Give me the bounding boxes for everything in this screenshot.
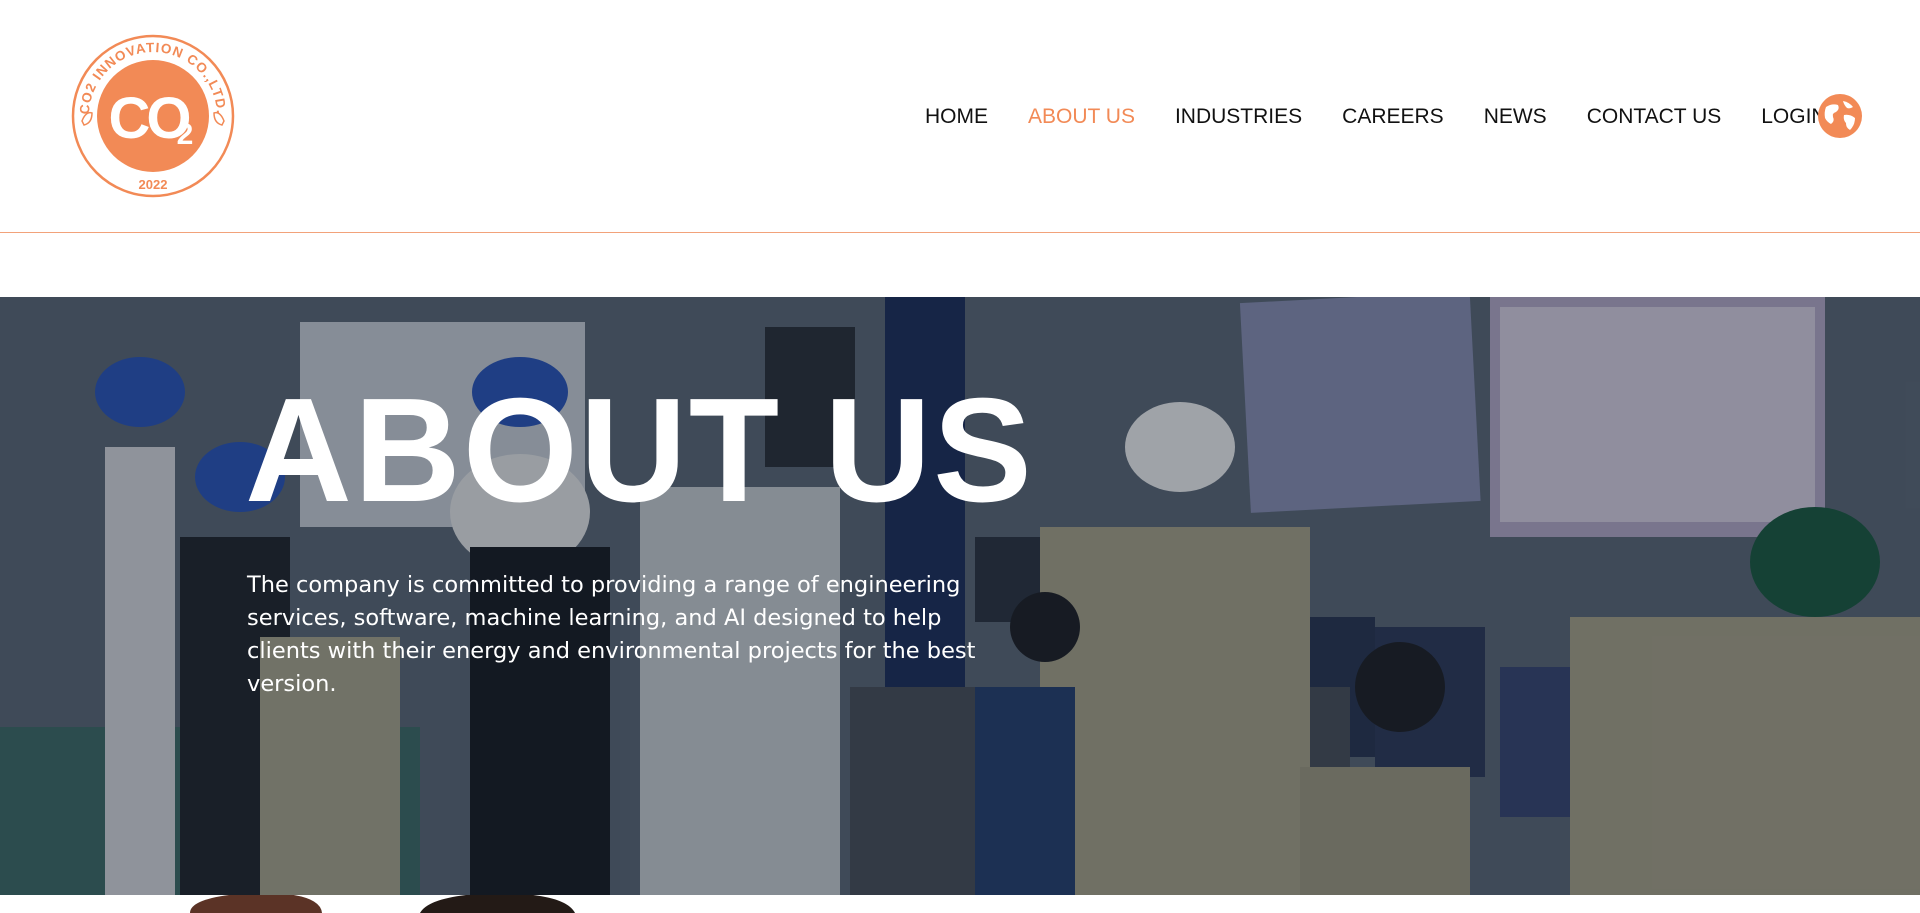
- page-title: ABOUT US: [245, 368, 1034, 533]
- nav-contact-us[interactable]: CONTACT US: [1587, 105, 1722, 129]
- nav-about-us[interactable]: ABOUT US: [1028, 105, 1135, 129]
- company-logo[interactable]: CO2 INNOVATION CO.,LTD. CO 2 2022: [70, 33, 236, 199]
- hero-description: The company is committed to providing a …: [247, 572, 976, 697]
- hero-banner: ABOUT US The company is committed to pro…: [0, 297, 1920, 895]
- globe-icon[interactable]: [1817, 93, 1863, 139]
- header-divider: [0, 232, 1920, 233]
- nav-home[interactable]: HOME: [925, 105, 988, 129]
- nav-careers[interactable]: CAREERS: [1342, 105, 1444, 129]
- logo-year: 2022: [139, 177, 168, 192]
- nav-industries[interactable]: INDUSTRIES: [1175, 105, 1302, 129]
- nav-news[interactable]: NEWS: [1484, 105, 1547, 129]
- logo-subscript: 2: [177, 118, 194, 151]
- team-photos-preview: [0, 895, 1920, 913]
- team-member-photo-1: [190, 895, 322, 913]
- team-member-photo-2: [420, 895, 575, 913]
- site-header: CO2 INNOVATION CO.,LTD. CO 2 2022 HOME A…: [0, 0, 1920, 232]
- main-navigation: HOME ABOUT US INDUSTRIES CAREERS NEWS CO…: [925, 100, 1867, 134]
